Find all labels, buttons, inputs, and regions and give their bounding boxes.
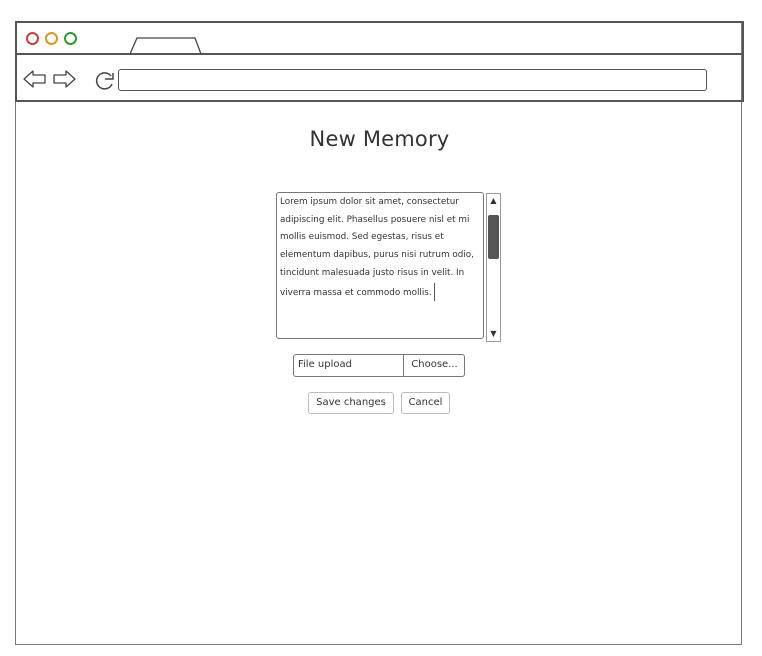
- browser-window: New Memory Lorem ipsum dolor sit amet, c…: [15, 21, 744, 645]
- triangle-down-icon[interactable]: ▼: [487, 327, 500, 341]
- title-bar: [15, 21, 744, 55]
- arrow-left-icon[interactable]: [23, 69, 47, 89]
- arrow-right-icon[interactable]: [52, 69, 76, 89]
- address-bar[interactable]: [118, 69, 707, 91]
- minimize-window-button[interactable]: [45, 32, 58, 45]
- browser-tab[interactable]: [130, 37, 202, 55]
- file-upload-label: File upload: [298, 359, 352, 370]
- save-changes-button[interactable]: Save changes: [308, 392, 394, 414]
- file-upload-field[interactable]: File upload Choose...: [293, 354, 465, 377]
- reload-icon[interactable]: [94, 70, 116, 92]
- triangle-up-icon[interactable]: ▲: [487, 194, 500, 208]
- navigation-bar: [15, 55, 744, 102]
- maximize-window-button[interactable]: [64, 32, 77, 45]
- cancel-button[interactable]: Cancel: [401, 392, 450, 414]
- memory-textarea[interactable]: Lorem ipsum dolor sit amet, consectetur …: [276, 192, 484, 339]
- scrollbar-thumb[interactable]: [488, 215, 499, 259]
- page-title: New Memory: [309, 127, 450, 151]
- close-window-button[interactable]: [26, 32, 39, 45]
- choose-file-button[interactable]: Choose...: [403, 354, 465, 377]
- memory-text: Lorem ipsum dolor sit amet, consectetur …: [280, 197, 474, 298]
- text-caret: [433, 282, 435, 301]
- textarea-scrollbar[interactable]: ▲ ▼: [486, 193, 501, 342]
